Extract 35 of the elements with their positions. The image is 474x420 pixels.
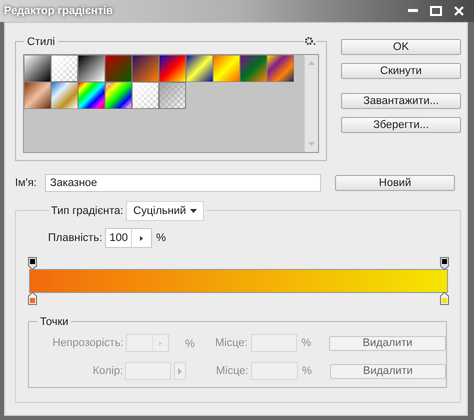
type-dropdown[interactable]: Суцільний: [126, 201, 204, 221]
dialog-button[interactable]: Зберегти...: [341, 117, 461, 133]
smoothness-unit: %: [156, 230, 166, 246]
close-icon[interactable]: [454, 6, 464, 16]
picker-arrow-icon: [178, 368, 182, 374]
stepper-arrow-icon[interactable]: [140, 236, 144, 240]
location-label: Місце:: [214, 364, 248, 379]
stop-field-label: Непрозорість:: [51, 336, 124, 351]
window-title: Редактор градієнтів: [4, 4, 113, 19]
color-stop-icon[interactable]: [28, 292, 37, 305]
dialog-button[interactable]: Скинути: [341, 63, 461, 79]
gradient-presets-drawing[interactable]: [24, 55, 296, 109]
minimize-icon[interactable]: [408, 9, 418, 13]
name-field[interactable]: Заказное: [45, 174, 321, 192]
maximize-icon[interactable]: [430, 6, 442, 16]
dropdown-caret-icon: [190, 209, 198, 213]
dialog-button[interactable]: OK: [341, 39, 461, 55]
unit-label: %: [301, 336, 312, 351]
smoothness-label: Плавність:: [48, 230, 102, 246]
name-label: Ім'я:: [15, 176, 38, 191]
location-field[interactable]: [250, 334, 298, 352]
color-stop-icon[interactable]: [440, 292, 449, 305]
color-picker-button[interactable]: [174, 362, 186, 380]
new-button[interactable]: Новий: [335, 175, 455, 191]
stop-field-label: Колір:: [92, 364, 124, 379]
location-label: Місце:: [214, 336, 248, 351]
unit-label: %: [184, 338, 195, 350]
gear-icon[interactable]: [304, 36, 316, 46]
unit-label: %: [302, 364, 312, 379]
location-field[interactable]: [251, 362, 298, 380]
dialog-button[interactable]: Завантажити...: [341, 93, 461, 109]
opacity-stop-icon[interactable]: [440, 257, 449, 270]
smoothness-field[interactable]: 100: [105, 228, 152, 248]
opacity-stop-icon[interactable]: [28, 257, 37, 270]
type-label: Тип градієнта:: [51, 204, 124, 219]
